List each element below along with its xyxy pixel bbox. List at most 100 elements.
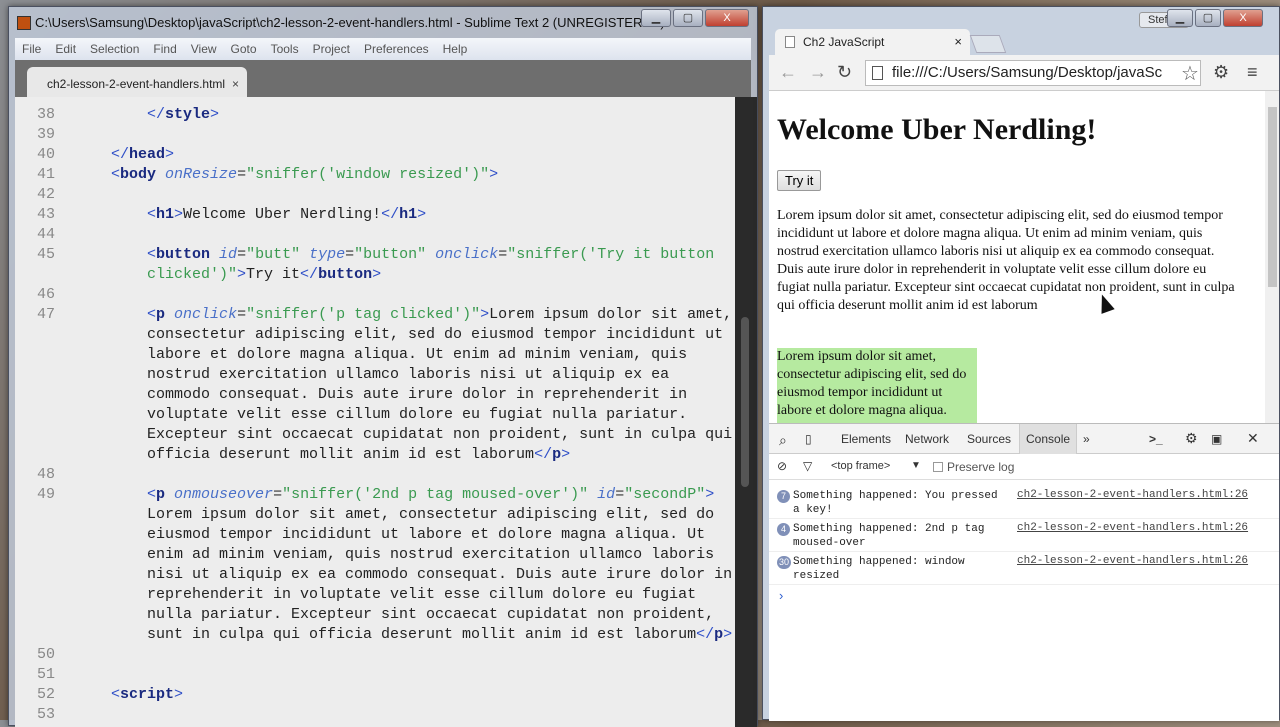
address-bar[interactable]: file:///C:/Users/Samsung/Desktop/javaSc bbox=[865, 60, 1201, 86]
console-prompt[interactable]: › bbox=[779, 588, 783, 603]
menu-selection[interactable]: Selection bbox=[83, 42, 146, 56]
close-icon[interactable]: × bbox=[232, 77, 239, 91]
menu-edit[interactable]: Edit bbox=[48, 42, 83, 56]
code-line[interactable]: commodo consequat. Duis aute irure dolor… bbox=[15, 385, 735, 405]
frame-selector[interactable]: <top frame> bbox=[831, 460, 890, 472]
menu-file[interactable]: File bbox=[15, 42, 48, 56]
console-source-link[interactable]: ch2-lesson-2-event-handlers.html:26 bbox=[1017, 522, 1248, 534]
code-line[interactable]: 40 </head> bbox=[15, 145, 735, 165]
code-line[interactable]: nostrud exercitation ullamco laboris nis… bbox=[15, 365, 735, 385]
paragraph-2[interactable]: Lorem ipsum dolor sit amet, consectetur … bbox=[777, 348, 977, 423]
line-number: 48 bbox=[36, 466, 55, 483]
back-icon[interactable]: ← bbox=[779, 62, 797, 83]
try-it-button[interactable]: Try it bbox=[777, 170, 822, 191]
code-line[interactable]: clicked')">Try it</button> bbox=[15, 265, 735, 285]
code-line[interactable]: 52 <script> bbox=[15, 685, 735, 705]
tab-elements[interactable]: Elements bbox=[841, 432, 891, 446]
code-line[interactable]: 48 bbox=[15, 465, 735, 485]
repeat-count-badge: 7 bbox=[777, 490, 790, 503]
menu-tools[interactable]: Tools bbox=[264, 42, 306, 56]
code-line[interactable]: sunt in culpa qui officia deserunt molli… bbox=[15, 625, 735, 645]
code-token: body bbox=[120, 166, 157, 183]
code-token: = bbox=[615, 486, 625, 503]
code-line[interactable]: 41 <body onResize="sniffer('window resize… bbox=[15, 165, 735, 185]
tab-console[interactable]: Console bbox=[1019, 424, 1078, 454]
close-button[interactable]: X bbox=[705, 9, 749, 27]
line-number: 41 bbox=[36, 166, 55, 183]
menu-project[interactable]: Project bbox=[306, 42, 357, 56]
code-line[interactable]: 50 bbox=[15, 645, 735, 665]
menu-help[interactable]: Help bbox=[436, 42, 475, 56]
menu-goto[interactable]: Goto bbox=[224, 42, 264, 56]
editor-scrollbar-thumb[interactable] bbox=[741, 317, 749, 487]
browser-tab[interactable]: Ch2 JavaScript × bbox=[775, 29, 970, 55]
code-line[interactable]: Lorem ipsum dolor sit amet, consectetur … bbox=[15, 505, 735, 525]
maximize-button[interactable]: ▢ bbox=[673, 9, 703, 27]
frame-dropdown-icon[interactable]: ▼ bbox=[911, 460, 921, 471]
code-line[interactable]: enim ad minim veniam, quis nostrud exerc… bbox=[15, 545, 735, 565]
code-line[interactable]: consectetur adipiscing elit, sed do eius… bbox=[15, 325, 735, 345]
close-button[interactable]: X bbox=[1223, 9, 1263, 27]
code-line[interactable]: nulla pariatur. Excepteur sint occaecat … bbox=[15, 605, 735, 625]
code-token: commodo consequat. Duis aute irure dolor… bbox=[147, 386, 688, 403]
code-line[interactable]: 51 bbox=[15, 665, 735, 685]
code-line[interactable]: officia deserunt mollit anim id est labo… bbox=[15, 445, 735, 465]
menu-find[interactable]: Find bbox=[146, 42, 183, 56]
code-text: <h1>Welcome Uber Nerdling!</h1> bbox=[147, 205, 426, 225]
menu-view[interactable]: View bbox=[184, 42, 224, 56]
code-line[interactable]: voluptate velit esse cillum dolore eu fu… bbox=[15, 405, 735, 425]
code-line[interactable]: 47 <p onclick="sniffer('p tag clicked')">… bbox=[15, 305, 735, 325]
code-line[interactable]: 38 </style> bbox=[15, 105, 735, 125]
preserve-log-checkbox[interactable] bbox=[933, 462, 943, 472]
menu-icon[interactable]: ≡ bbox=[1247, 62, 1258, 83]
filter-icon[interactable]: ▽ bbox=[803, 459, 812, 473]
editor-tab[interactable]: ch2-lesson-2-event-handlers.html × bbox=[27, 67, 247, 97]
code-line[interactable]: labore et dolore magna aliqua. Ut enim a… bbox=[15, 345, 735, 365]
code-line[interactable]: 45 <button id="butt" type="button" onclic… bbox=[15, 245, 735, 265]
forward-icon[interactable]: → bbox=[809, 62, 827, 83]
line-number: 46 bbox=[36, 286, 55, 303]
star-icon[interactable]: ☆ bbox=[1181, 61, 1199, 86]
close-icon[interactable]: × bbox=[954, 34, 962, 49]
code-line[interactable]: eiusmod tempor incididunt ut labore et d… bbox=[15, 525, 735, 545]
code-token: > bbox=[723, 626, 733, 643]
code-token: nulla pariatur. Excepteur sint occaecat … bbox=[147, 606, 715, 623]
dock-icon[interactable]: ▣ bbox=[1211, 432, 1222, 446]
tab-network[interactable]: Network bbox=[905, 432, 949, 446]
tab-sources[interactable]: Sources bbox=[967, 432, 1011, 446]
minimize-button[interactable]: ▁ bbox=[641, 9, 671, 27]
search-icon[interactable]: ⌕ bbox=[779, 432, 787, 449]
paragraph-1[interactable]: Lorem ipsum dolor sit amet, consectetur … bbox=[777, 207, 1239, 315]
console-message: 4 Something happened: 2nd p tag moused-ov… bbox=[769, 519, 1279, 552]
reload-icon[interactable]: ↻ bbox=[837, 62, 852, 83]
code-token: Lorem ipsum dolor sit amet, consectetur … bbox=[147, 506, 715, 523]
code-line[interactable]: 44 bbox=[15, 225, 735, 245]
code-line[interactable]: 42 bbox=[15, 185, 735, 205]
code-line[interactable]: 39 bbox=[15, 125, 735, 145]
device-icon[interactable]: ▯ bbox=[805, 432, 812, 446]
code-line[interactable]: nisi ut aliquip ex ea commodo consequat.… bbox=[15, 565, 735, 585]
menu-preferences[interactable]: Preferences bbox=[357, 42, 436, 56]
settings-icon[interactable]: ⚙ bbox=[1213, 62, 1229, 83]
settings-icon[interactable]: ⚙ bbox=[1185, 430, 1198, 447]
code-line[interactable]: reprehenderit in voluptate velit esse ci… bbox=[15, 585, 735, 605]
console-source-link[interactable]: ch2-lesson-2-event-handlers.html:26 bbox=[1017, 555, 1248, 567]
console-drawer-icon[interactable]: >_ bbox=[1149, 432, 1163, 446]
code-line[interactable]: Excepteur sint occaecat cupidatat non pr… bbox=[15, 425, 735, 445]
clear-console-icon[interactable]: ⊘ bbox=[777, 459, 787, 473]
code-line[interactable]: 49 <p onmouseover="sniffer('2nd p tag mou… bbox=[15, 485, 735, 505]
new-tab-button[interactable] bbox=[969, 35, 1007, 53]
page-icon bbox=[872, 66, 883, 80]
minimize-button[interactable]: ▁ bbox=[1167, 9, 1193, 27]
console-source-link[interactable]: ch2-lesson-2-event-handlers.html:26 bbox=[1017, 489, 1248, 501]
maximize-button[interactable]: ▢ bbox=[1195, 9, 1221, 27]
code-editor[interactable]: 38 </style> 39 40 </head> 41 <body onResize="s… bbox=[15, 97, 735, 727]
code-line[interactable]: 43 <h1>Welcome Uber Nerdling!</h1> bbox=[15, 205, 735, 225]
window-controls: ▁ ▢ X bbox=[1167, 9, 1263, 27]
sublime-app-icon bbox=[17, 16, 31, 30]
close-icon[interactable]: ✕ bbox=[1247, 430, 1259, 447]
more-tabs-icon[interactable]: » bbox=[1083, 432, 1090, 446]
code-line[interactable]: 46 bbox=[15, 285, 735, 305]
code-line[interactable]: 53 bbox=[15, 705, 735, 725]
page-scrollbar-thumb[interactable] bbox=[1268, 107, 1277, 287]
